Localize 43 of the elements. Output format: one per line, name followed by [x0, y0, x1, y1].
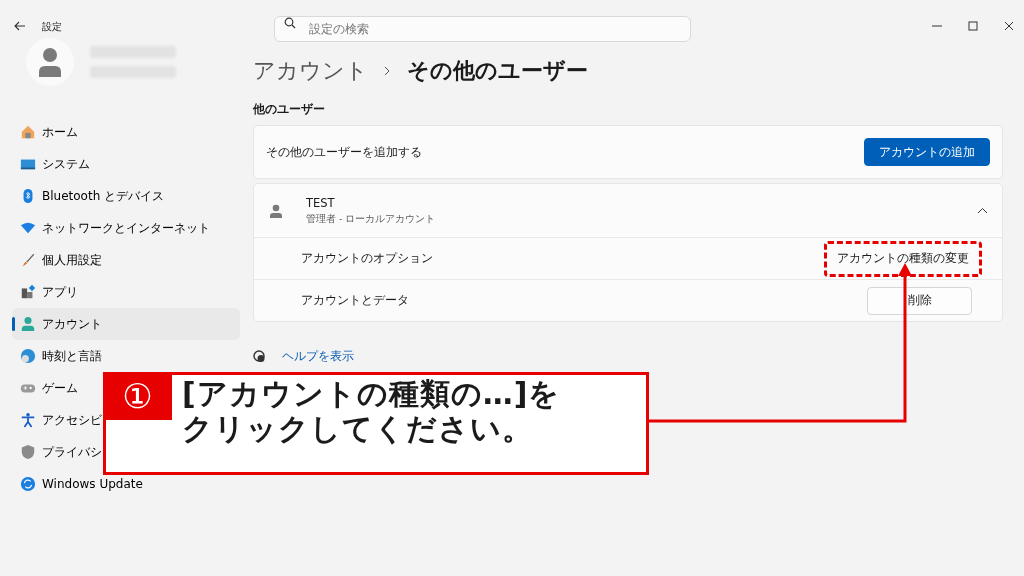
sidebar-item[interactable]: アプリ [12, 276, 78, 308]
accessibility-icon [20, 412, 36, 428]
sidebar-item[interactable]: アクセシビ [12, 404, 102, 436]
sidebar-item[interactable]: アカウント [12, 308, 240, 340]
person-icon [270, 203, 282, 218]
section-title: 他のユーザー [253, 101, 326, 118]
brush-icon [20, 252, 36, 268]
refresh-icon [20, 476, 36, 492]
home-icon [20, 124, 36, 140]
sidebar-item[interactable]: 時刻と言語 [12, 340, 102, 372]
maximize-icon[interactable] [968, 21, 978, 31]
chevron-up-icon[interactable] [977, 207, 988, 215]
wifi-icon [20, 220, 36, 236]
add-account-button[interactable]: アカウントの追加 [864, 138, 990, 167]
add-user-label: その他のユーザーを追加する [266, 143, 422, 161]
close-icon[interactable] [1004, 21, 1014, 31]
option-label: アカウントのオプション [301, 250, 433, 268]
help-link[interactable]: ヘルプを表示 [282, 348, 354, 366]
window-title: 設定 [42, 19, 62, 34]
sidebar-item[interactable]: ゲーム [12, 372, 78, 404]
instruction-text: [アカウントの種類の…]を クリックしてください。 [181, 375, 561, 448]
chevron-right-icon [384, 65, 391, 76]
option-label: アカウントとデータ [301, 292, 409, 310]
step-number: ① [103, 372, 172, 420]
help-icon [253, 350, 266, 364]
sidebar-item[interactable]: 個人用設定 [12, 244, 102, 276]
globe-clock-icon [20, 348, 36, 364]
user-name: TEST [306, 195, 336, 212]
person-icon [20, 316, 36, 332]
avatar [26, 38, 74, 86]
sidebar-item[interactable]: ホーム [12, 116, 78, 148]
page-title: その他のユーザー [407, 57, 588, 85]
breadcrumb-link[interactable]: アカウント [253, 54, 368, 87]
sidebar-item[interactable]: Bluetooth とデバイス [12, 180, 165, 212]
sidebar-item[interactable]: ネットワークとインターネット [12, 212, 210, 244]
user-role: 管理者 - ローカルアカウント [306, 212, 436, 227]
sidebar-item[interactable]: プライバシ [12, 436, 102, 468]
back-arrow-icon[interactable] [14, 21, 26, 31]
apps-icon [20, 284, 36, 300]
remove-button[interactable]: 削除 [867, 286, 972, 315]
sidebar-item[interactable]: システム [12, 148, 90, 180]
shield-icon [20, 444, 36, 460]
search-field[interactable]: 設定の検索 [274, 16, 691, 42]
